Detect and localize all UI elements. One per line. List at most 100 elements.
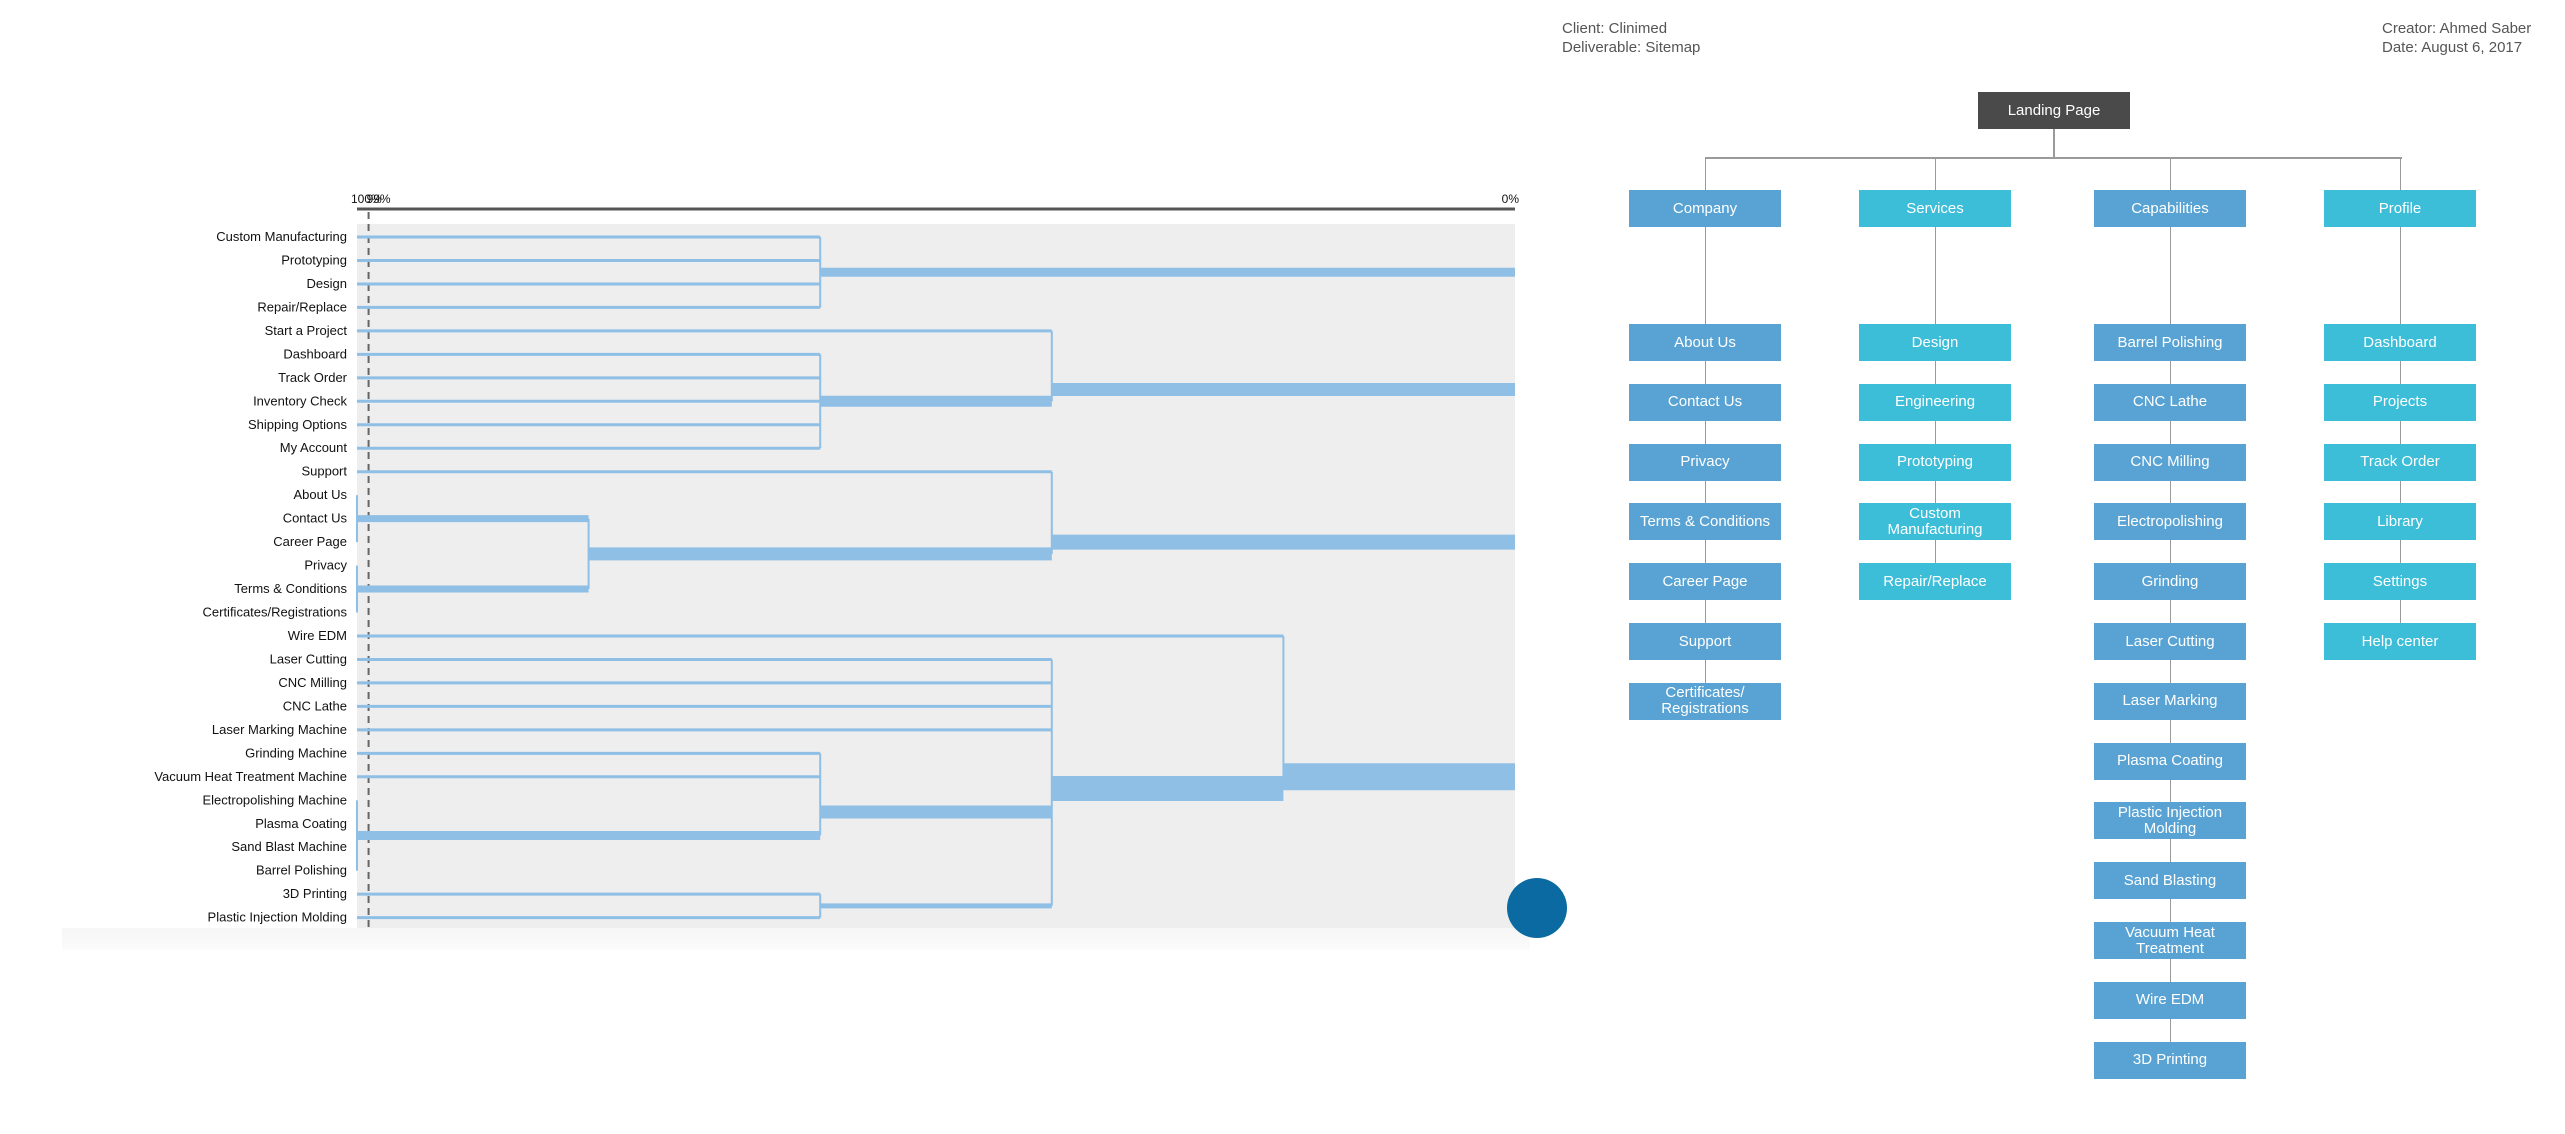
sitemap-page-node[interactable]: Vacuum Heat Treatment: [2094, 922, 2246, 959]
leaf-label: Vacuum Heat Treatment Machine: [154, 769, 347, 784]
sitemap-page-node[interactable]: Projects: [2324, 383, 2476, 421]
node-label: Projects: [2372, 393, 2428, 411]
client-text: Client: Clinimed: [1562, 20, 1668, 37]
sitemap-page-node[interactable]: Privacy: [1629, 443, 1781, 481]
axis-tick-label: 0%: [1502, 192, 1520, 206]
leaf-label: Laser Marking Machine: [212, 722, 347, 737]
sitemap-page-node[interactable]: Prototyping: [1859, 443, 2011, 481]
node-label: Repair/Replace: [1883, 572, 1987, 590]
node-label: Support: [1678, 632, 1732, 650]
connector-line: [2170, 157, 2171, 190]
leaf-label: Start a Project: [265, 323, 348, 338]
sitemap-page-node[interactable]: Certificates/ Registrations: [1629, 682, 1781, 720]
node-label: Terms & Conditions: [1639, 512, 1771, 530]
sitemap-page-node[interactable]: Grinding: [2094, 563, 2246, 601]
help-chat-button[interactable]: [1507, 878, 1567, 938]
leaf-label: 3D Printing: [283, 886, 347, 901]
sitemap-page-node[interactable]: Settings: [2324, 563, 2476, 601]
sitemap-page-node[interactable]: Plasma Coating: [2094, 742, 2246, 780]
node-label: Privacy: [1680, 453, 1730, 471]
node-label: About Us: [1674, 333, 1736, 351]
axis-tick-label: 99%: [367, 192, 391, 206]
node-label: Design: [1911, 333, 1959, 351]
sitemap-section-capabilities[interactable]: Capabilities: [2094, 190, 2246, 227]
node-label: Laser Marking: [2122, 692, 2218, 710]
node-label: Custom Manufacturing: [1887, 504, 1983, 538]
node-label: Grinding: [2141, 572, 2199, 590]
sitemap-page-node[interactable]: Help center: [2324, 623, 2476, 660]
leaf-label: Prototyping: [281, 252, 347, 267]
connector-line: [1705, 157, 2402, 159]
sitemap-page-node[interactable]: Barrel Polishing: [2094, 324, 2246, 361]
node-label: Contact Us: [1667, 393, 1743, 411]
node-label: Settings: [2372, 572, 2428, 590]
sitemap-page-node[interactable]: Repair/Replace: [1859, 563, 2011, 601]
leaf-label: Track Order: [278, 370, 348, 385]
node-label: 3D Printing: [2132, 1051, 2208, 1069]
date-text: Date: August 6, 2017: [2382, 39, 2523, 56]
sitemap-page-node[interactable]: Terms & Conditions: [1629, 503, 1781, 541]
sitemap-page-node[interactable]: CNC Lathe: [2094, 383, 2246, 421]
sitemap-page-node[interactable]: Laser Marking: [2094, 682, 2246, 720]
sitemap-section-profile[interactable]: Profile: [2324, 190, 2476, 227]
sitemap-section-services[interactable]: Services: [1859, 190, 2011, 227]
leaf-label: Inventory Check: [253, 393, 347, 408]
sitemap-page-node[interactable]: Library: [2324, 503, 2476, 541]
sitemap-page-node[interactable]: Plastic Injection Molding: [2094, 802, 2246, 840]
sitemap-page-node[interactable]: Engineering: [1859, 383, 2011, 421]
sitemap-page-node[interactable]: Career Page: [1629, 563, 1781, 601]
leaf-label: CNC Milling: [278, 675, 347, 690]
leaf-label: Sand Blast Machine: [231, 839, 347, 854]
sitemap-page-node[interactable]: Contact Us: [1629, 383, 1781, 421]
leaf-label: My Account: [280, 440, 348, 455]
node-label: CNC Milling: [2130, 453, 2210, 471]
sitemap-page-node[interactable]: Laser Cutting: [2094, 623, 2246, 660]
connector-line: [2053, 129, 2055, 157]
sitemap-page-node[interactable]: Dashboard: [2324, 324, 2476, 361]
sitemap-page-node[interactable]: Electropolishing: [2094, 503, 2246, 541]
sitemap-page-node[interactable]: CNC Milling: [2094, 443, 2246, 481]
sitemap-page-node[interactable]: 3D Printing: [2094, 1041, 2246, 1079]
sitemap-page-node[interactable]: Custom Manufacturing: [1859, 503, 2011, 541]
node-label: CNC Lathe: [2132, 393, 2208, 411]
node-label: Laser Cutting: [2125, 632, 2215, 650]
creator-info: Creator: Ahmed Saber Date: August 6, 201…: [2382, 19, 2531, 57]
leaf-label: Custom Manufacturing: [216, 229, 347, 244]
leaf-label: About Us: [294, 487, 348, 502]
connector-line: [2400, 157, 2401, 190]
node-label: Vacuum Heat Treatment: [2125, 923, 2215, 957]
sitemap-page-node[interactable]: About Us: [1629, 324, 1781, 361]
leaf-label: Career Page: [273, 534, 347, 549]
dendrogram-chart: 100%99% 0%Custom ManufacturingPrototyping…: [154, 192, 1520, 928]
node-label: Capabilities: [2131, 199, 2209, 217]
leaf-label: CNC Lathe: [283, 698, 347, 713]
leaf-label: Contact Us: [283, 511, 348, 526]
leaf-label: Barrel Polishing: [256, 863, 347, 878]
node-label: Plastic Injection Molding: [2117, 803, 2223, 837]
node-label: Prototyping: [1897, 453, 1973, 471]
sitemap-section-company[interactable]: Company: [1629, 190, 1781, 227]
sitemap-page-node[interactable]: Support: [1629, 623, 1781, 660]
sitemap-page-node[interactable]: Sand Blasting: [2094, 862, 2246, 900]
leaf-label: Shipping Options: [248, 417, 348, 432]
sitemap-page-node[interactable]: Track Order: [2324, 443, 2476, 481]
node-label: Certificates/ Registrations: [1661, 684, 1749, 718]
leaf-label: Plasma Coating: [255, 816, 347, 831]
leaf-label: Plastic Injection Molding: [208, 910, 347, 925]
leaf-label: Certificates/Registrations: [203, 605, 348, 620]
node-label: Track Order: [2360, 453, 2440, 471]
node-label: Electropolishing: [2117, 512, 2223, 530]
leaf-label: Terms & Conditions: [234, 581, 347, 596]
leaf-label: Laser Cutting: [270, 651, 347, 666]
sitemap-node-landing-page[interactable]: Landing Page: [1978, 92, 2130, 129]
node-label: Wire EDM: [2135, 991, 2205, 1009]
leaf-label: Support: [301, 464, 347, 479]
leaf-label: Dashboard: [283, 346, 347, 361]
sitemap-page-node[interactable]: Design: [1859, 324, 2011, 361]
project-info: Client: Clinimed Deliverable: Sitemap: [1562, 19, 1700, 57]
creator-text: Creator: Ahmed Saber: [2382, 20, 2532, 37]
deliverable-text: Deliverable: Sitemap: [1562, 39, 1701, 56]
leaf-label: Wire EDM: [288, 628, 347, 643]
sitemap-page-node[interactable]: Wire EDM: [2094, 981, 2246, 1019]
node-label: Plasma Coating: [2117, 752, 2223, 770]
